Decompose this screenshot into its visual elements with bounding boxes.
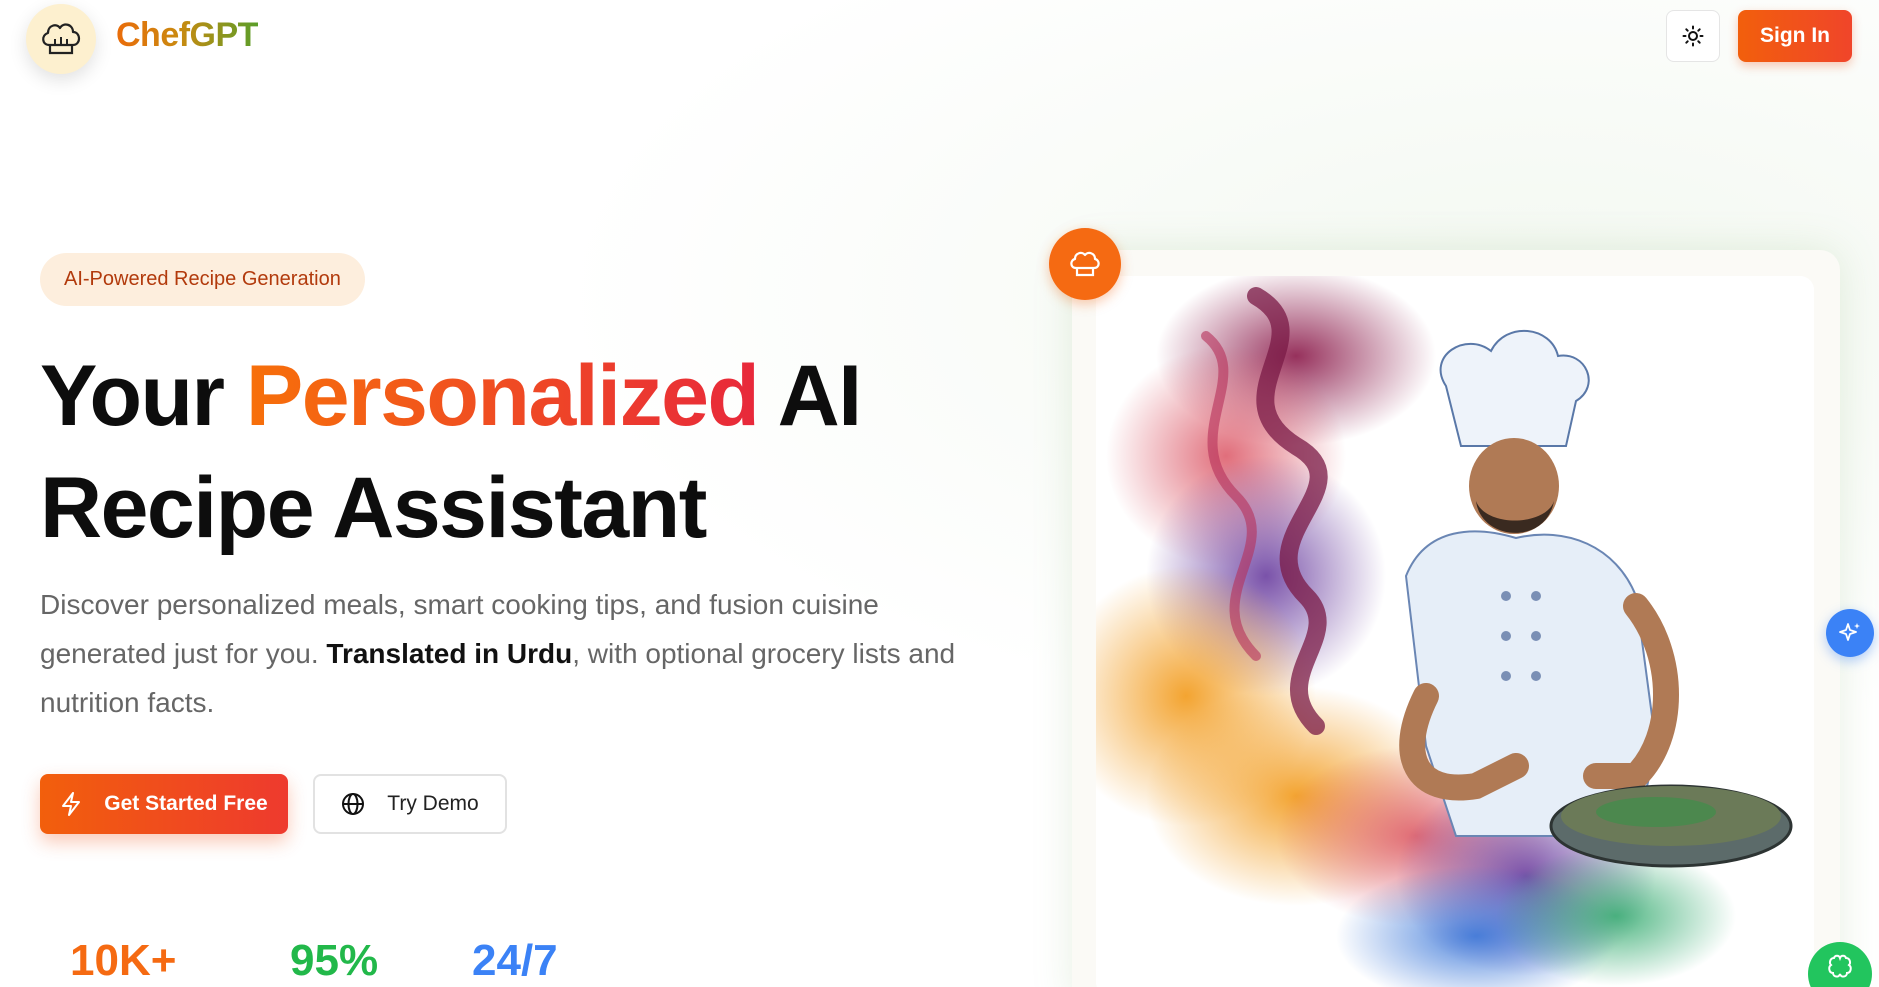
description-highlight: Translated in Urdu xyxy=(326,638,573,669)
chef-badge xyxy=(1049,228,1121,300)
hero-badge: AI-Powered Recipe Generation xyxy=(40,253,365,306)
stat-availability: 24/7 xyxy=(472,936,558,985)
sparkles-icon xyxy=(1839,623,1860,641)
headline-accent: Personalized xyxy=(245,348,760,444)
brand-name[interactable]: ChefGPT xyxy=(116,16,258,55)
try-demo-label: Try Demo xyxy=(387,792,479,815)
page-title: Your Personalized AI Recipe Assistant xyxy=(40,340,990,564)
stat-accuracy: 95% xyxy=(290,936,379,985)
brain-icon xyxy=(1828,954,1852,978)
hero-description: Discover personalized meals, smart cooki… xyxy=(40,580,970,727)
logo[interactable] xyxy=(26,4,96,74)
get-started-button[interactable]: Get Started Free xyxy=(40,774,288,834)
stat-users: 10K+ xyxy=(70,936,177,985)
chef-hat-icon xyxy=(1070,251,1100,277)
chef-hat-icon xyxy=(42,23,81,55)
sign-in-button[interactable]: Sign In xyxy=(1738,10,1852,62)
landing-page: ChefGPT Sign In AI-Powered Recipe Genera… xyxy=(0,0,1879,987)
globe-icon xyxy=(342,793,365,815)
ai-assistant-button[interactable] xyxy=(1826,609,1874,657)
theme-toggle-button[interactable] xyxy=(1666,10,1720,62)
get-started-label: Get Started Free xyxy=(104,792,268,815)
hero-image xyxy=(1096,276,1814,987)
try-demo-button[interactable]: Try Demo xyxy=(313,774,507,834)
watercolor-chef-illustration xyxy=(1096,276,1814,987)
sun-icon xyxy=(1682,25,1704,47)
headline-part1: Your xyxy=(40,348,246,444)
lightning-icon xyxy=(62,792,81,816)
